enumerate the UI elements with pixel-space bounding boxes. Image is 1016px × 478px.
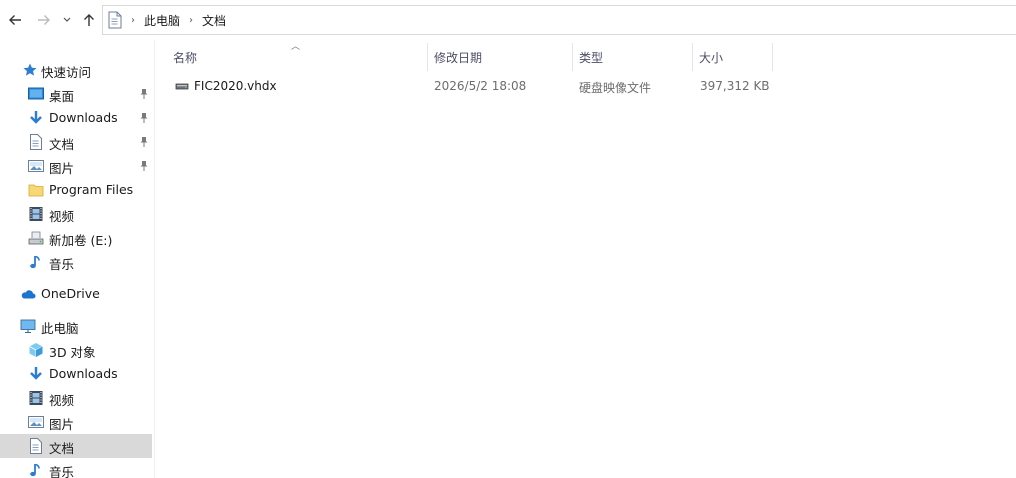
breadcrumb-this-pc[interactable]: 此电脑 bbox=[144, 12, 180, 29]
sidebar-item-label: 音乐 bbox=[49, 257, 75, 272]
sidebar-quick-access[interactable]: 快速访问 bbox=[0, 58, 152, 82]
column-header-label: 大小 bbox=[699, 51, 724, 65]
navigation-pane: 快速访问 桌面 Downloads 文档 图片 Program Files 视频… bbox=[0, 40, 155, 478]
breadcrumb-separator[interactable]: › bbox=[131, 15, 135, 26]
sidebar-item-label: 桌面 bbox=[49, 89, 75, 104]
file-row[interactable]: FIC2020.vhdx 2026/5/2 18:08 硬盘映像文件 397,3… bbox=[170, 75, 775, 97]
folder-icon bbox=[28, 184, 44, 197]
pictures-icon bbox=[28, 416, 44, 428]
column-header-label: 类型 bbox=[579, 51, 604, 65]
recent-locations-button[interactable] bbox=[60, 9, 74, 31]
sidebar-item-label: 3D 对象 bbox=[49, 345, 96, 360]
file-size: 397,312 KB bbox=[700, 79, 770, 93]
sidebar-item-label: 图片 bbox=[49, 417, 75, 432]
sidebar-item-program-files[interactable]: Program Files bbox=[0, 178, 152, 202]
video-film-icon bbox=[29, 391, 43, 405]
sidebar-item-downloads[interactable]: Downloads bbox=[0, 106, 152, 130]
pin-icon[interactable] bbox=[139, 88, 149, 100]
forward-button[interactable] bbox=[33, 9, 55, 31]
back-arrow-icon bbox=[9, 15, 21, 25]
document-icon bbox=[30, 438, 42, 454]
column-header-modified[interactable]: 修改日期 bbox=[428, 43, 572, 71]
sidebar-item-desktop[interactable]: 桌面 bbox=[0, 82, 152, 106]
forward-arrow-icon bbox=[38, 15, 50, 25]
sidebar-item-label: 快速访问 bbox=[41, 65, 92, 80]
3d-cube-icon bbox=[29, 343, 43, 357]
sidebar-item-label: 文档 bbox=[49, 137, 75, 152]
column-header-size[interactable]: 大小 bbox=[693, 43, 772, 71]
sidebar-item-3d-objects[interactable]: 3D 对象 bbox=[0, 338, 152, 362]
music-note-icon bbox=[30, 255, 40, 269]
breadcrumb-separator[interactable]: › bbox=[189, 15, 193, 26]
navigation-bar: › 此电脑 › 文档 bbox=[0, 0, 1016, 40]
column-header-label: 名称 bbox=[173, 51, 198, 65]
sidebar-item-label: 音乐 bbox=[49, 465, 75, 478]
file-list-empty-area[interactable] bbox=[156, 100, 1016, 478]
pin-icon[interactable] bbox=[139, 160, 149, 172]
music-note-icon bbox=[30, 463, 40, 477]
sidebar-item-pictures[interactable]: 图片 bbox=[0, 154, 152, 178]
chevron-down-icon bbox=[63, 17, 71, 22]
desktop-icon bbox=[28, 87, 44, 100]
sidebar-item-label: 图片 bbox=[49, 161, 75, 176]
sidebar-item-label: Program Files bbox=[49, 182, 134, 197]
back-button[interactable] bbox=[4, 9, 26, 31]
sidebar-item-label: 新加卷 (E:) bbox=[49, 233, 113, 248]
sidebar-item-label: 视频 bbox=[49, 209, 75, 224]
column-divider[interactable] bbox=[772, 43, 773, 71]
star-icon bbox=[23, 63, 37, 76]
sidebar-item-label: Downloads bbox=[49, 110, 118, 125]
sidebar-item-pc-pictures[interactable]: 图片 bbox=[0, 410, 152, 434]
pictures-icon bbox=[28, 160, 44, 172]
drive-icon bbox=[28, 231, 44, 245]
column-header-label: 修改日期 bbox=[434, 51, 483, 65]
sidebar-item-label: 视频 bbox=[49, 393, 75, 408]
sidebar-item-label: OneDrive bbox=[41, 286, 100, 301]
sidebar-item-pc-music[interactable]: 音乐 bbox=[0, 458, 152, 478]
document-icon bbox=[108, 11, 122, 29]
breadcrumb-documents[interactable]: 文档 bbox=[202, 12, 226, 29]
sidebar-item-music[interactable]: 音乐 bbox=[0, 250, 152, 274]
sidebar-item-label: 文档 bbox=[49, 441, 75, 456]
pin-icon[interactable] bbox=[139, 112, 149, 124]
column-header-type[interactable]: 类型 bbox=[573, 43, 692, 71]
sidebar-item-drive-e[interactable]: 新加卷 (E:) bbox=[0, 226, 152, 250]
cloud-icon bbox=[21, 290, 36, 299]
sidebar-item-label: Downloads bbox=[49, 366, 118, 381]
sidebar-item-pc-downloads[interactable]: Downloads bbox=[0, 362, 152, 386]
sidebar-item-documents[interactable]: 文档 bbox=[0, 130, 152, 154]
address-bar[interactable]: › 此电脑 › 文档 bbox=[102, 5, 1016, 35]
sidebar-onedrive[interactable]: OneDrive bbox=[0, 282, 152, 306]
sidebar-item-pc-videos[interactable]: 视频 bbox=[0, 386, 152, 410]
up-button[interactable] bbox=[79, 9, 99, 31]
column-header-name[interactable]: 名称 bbox=[165, 43, 427, 71]
file-name[interactable]: FIC2020.vhdx bbox=[194, 79, 277, 93]
document-icon bbox=[30, 134, 42, 150]
video-film-icon bbox=[29, 207, 43, 221]
pin-icon[interactable] bbox=[139, 136, 149, 148]
up-arrow-icon bbox=[84, 14, 94, 26]
file-type: 硬盘映像文件 bbox=[579, 81, 652, 95]
sidebar-this-pc[interactable]: 此电脑 bbox=[0, 314, 152, 338]
download-arrow-icon bbox=[30, 111, 42, 124]
sidebar-item-pc-documents[interactable]: 文档 bbox=[0, 434, 152, 458]
virtual-disk-icon bbox=[175, 83, 189, 90]
sidebar-item-videos[interactable]: 视频 bbox=[0, 202, 152, 226]
download-arrow-icon bbox=[30, 367, 42, 380]
computer-icon bbox=[20, 319, 36, 334]
file-modified-date: 2026/5/2 18:08 bbox=[434, 79, 527, 93]
sidebar-item-label: 此电脑 bbox=[41, 321, 79, 336]
